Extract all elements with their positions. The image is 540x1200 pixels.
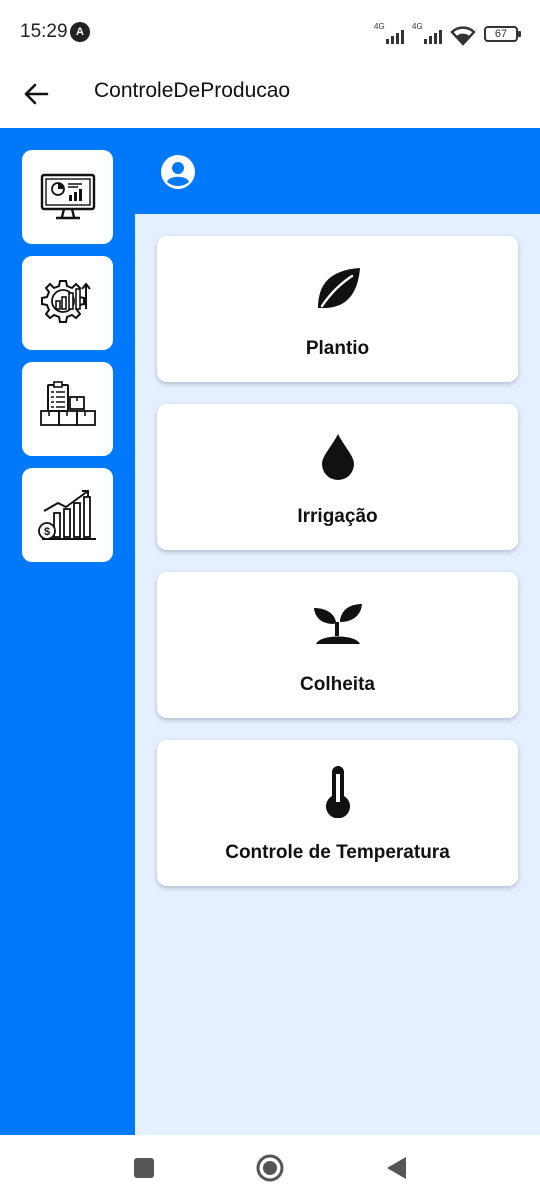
wifi-icon (450, 26, 476, 46)
water-drop-icon (321, 434, 354, 480)
money-growth-chart-icon: $ (37, 490, 96, 540)
network-type-label: 4G (374, 22, 385, 31)
card-label: Plantio (305, 338, 370, 359)
home-button[interactable] (255, 1153, 285, 1183)
card-label: Irrigação (297, 506, 378, 527)
back-triangle-icon (387, 1157, 406, 1179)
sidebar-item-inventory[interactable] (22, 362, 113, 456)
network-type-label: 4G (412, 22, 423, 31)
system-nav-bar (0, 1135, 540, 1200)
status-bar: 15:29 A 4G 4G 67 (0, 0, 540, 64)
app-notification-icon: A (70, 22, 90, 42)
status-time: 15:29 (20, 21, 68, 42)
card-colheita[interactable]: Colheita (157, 572, 518, 718)
app-bar: ControleDeProducao (0, 64, 540, 128)
back-button[interactable] (18, 76, 54, 112)
status-indicators: 4G 4G 67 (374, 20, 521, 46)
monitor-chart-icon (40, 173, 95, 220)
content-header (135, 128, 540, 214)
battery-icon: 67 (484, 26, 521, 42)
sidebar-item-dashboard[interactable] (22, 150, 113, 244)
card-label: Controle de Temperatura (225, 842, 450, 863)
signal-icon: 4G (412, 22, 442, 46)
leaf-icon (317, 268, 360, 308)
sidebar-item-production[interactable] (22, 256, 113, 350)
signal-icon: 4G (374, 22, 404, 46)
gear-growth-icon (40, 280, 91, 323)
svg-text:$: $ (43, 526, 49, 538)
thermometer-icon (325, 766, 350, 818)
arrow-left-icon (24, 83, 49, 105)
card-plantio[interactable]: Plantio (157, 236, 518, 382)
main-area: $ Plantio Irrigação Colheita Controle de… (0, 128, 540, 1135)
sprout-icon (313, 604, 362, 644)
card-controle-temperatura[interactable]: Controle de Temperatura (157, 740, 518, 886)
card-label: Colheita (300, 674, 375, 695)
user-circle-icon[interactable] (160, 154, 196, 190)
content-area: Plantio Irrigação Colheita Controle de T… (135, 214, 540, 1135)
page-title: ControleDeProducao (94, 79, 291, 102)
sidebar-item-financial[interactable]: $ (22, 468, 113, 562)
sidebar: $ (0, 128, 135, 1135)
home-circle-icon (256, 1154, 284, 1182)
inventory-boxes-icon (39, 381, 96, 426)
nav-back-button[interactable] (381, 1153, 411, 1183)
recents-button[interactable] (129, 1153, 159, 1183)
recents-square-icon (134, 1158, 154, 1178)
card-irrigacao[interactable]: Irrigação (157, 404, 518, 550)
